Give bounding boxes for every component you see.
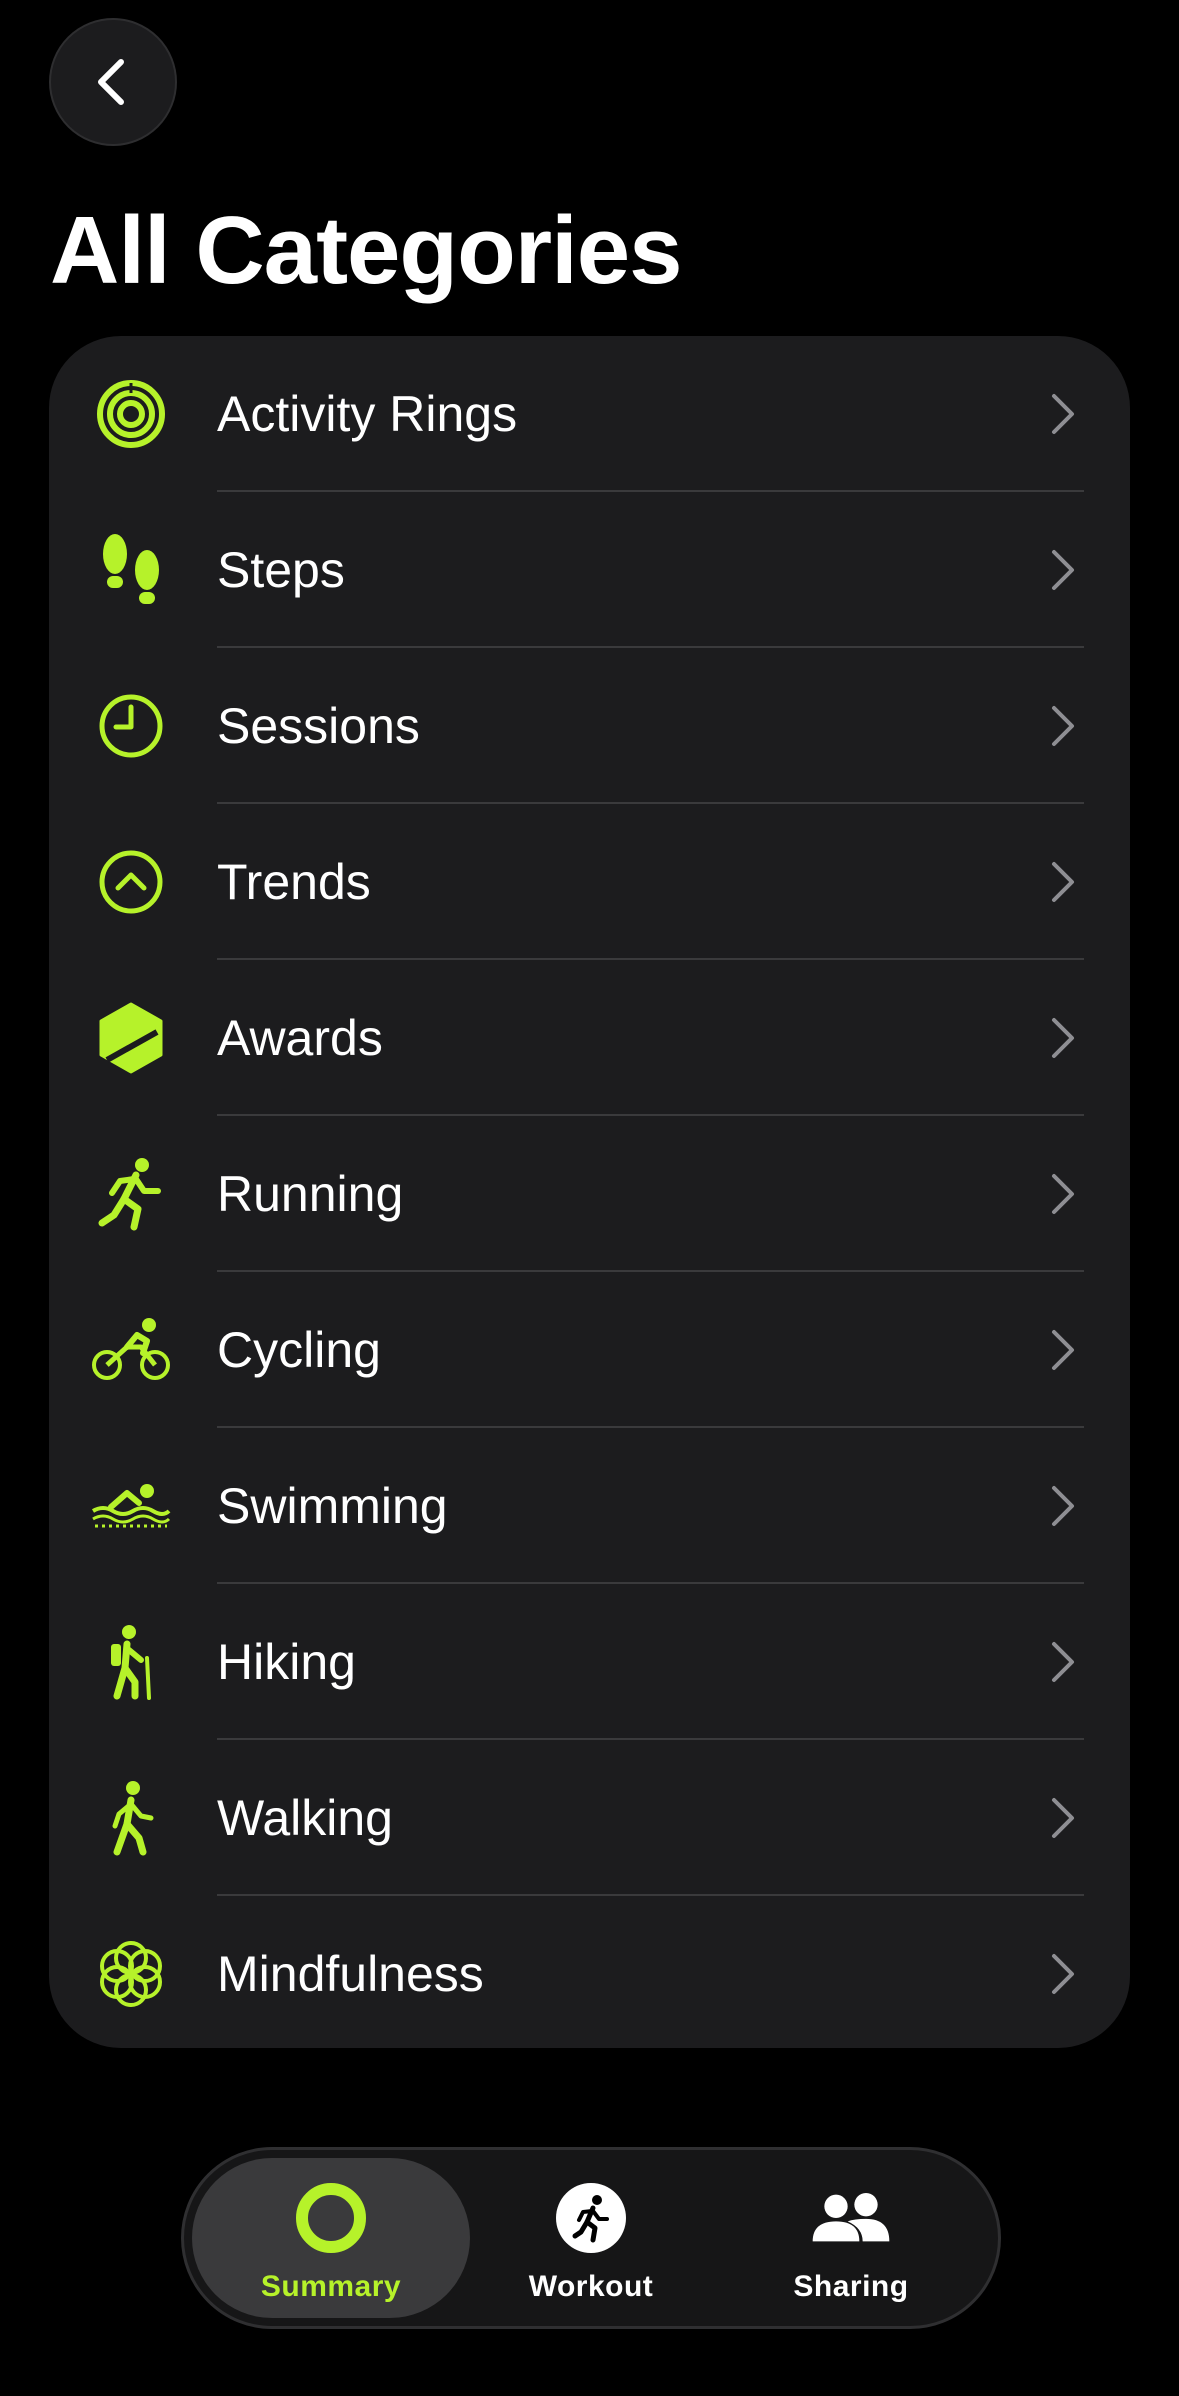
tab-label: Summary xyxy=(260,2270,402,2303)
chevron-right-icon xyxy=(1052,1798,1074,1838)
category-hiking[interactable]: Hiking xyxy=(49,1584,1130,1740)
category-label: Cycling xyxy=(217,1322,381,1378)
swimmer-icon xyxy=(91,1466,171,1546)
category-label: Awards xyxy=(217,1010,383,1066)
back-button[interactable] xyxy=(49,18,177,146)
category-walking[interactable]: Walking xyxy=(49,1740,1130,1896)
chevron-right-icon xyxy=(1052,1954,1074,1994)
hiker-icon xyxy=(91,1622,171,1702)
category-label: Trends xyxy=(217,854,371,910)
category-swimming[interactable]: Swimming xyxy=(49,1428,1130,1584)
award-badge-icon xyxy=(91,998,171,1078)
tab-label: Sharing xyxy=(793,2270,909,2303)
category-label: Walking xyxy=(217,1790,393,1846)
category-label: Running xyxy=(217,1166,404,1222)
chevron-right-icon xyxy=(1052,1018,1074,1058)
workout-runner-icon xyxy=(551,2178,631,2258)
chevron-right-icon xyxy=(1052,706,1074,746)
category-awards[interactable]: Awards xyxy=(49,960,1130,1116)
chevron-right-icon xyxy=(1052,862,1074,902)
trend-up-icon xyxy=(91,842,171,922)
category-mindfulness[interactable]: Mindfulness xyxy=(49,1896,1130,2048)
tab-workout[interactable]: Workout xyxy=(452,2158,730,2318)
category-label: Hiking xyxy=(217,1634,356,1690)
people-icon xyxy=(811,2178,891,2258)
chevron-right-icon xyxy=(1052,1642,1074,1682)
category-trends[interactable]: Trends xyxy=(49,804,1130,960)
chevron-right-icon xyxy=(1052,394,1074,434)
category-label: Mindfulness xyxy=(217,1946,484,2002)
flower-icon xyxy=(91,1934,171,2014)
tab-summary[interactable]: Summary xyxy=(192,2158,470,2318)
footprints-icon xyxy=(91,530,171,610)
clock-icon xyxy=(91,686,171,766)
tab-bar: Summary Workout Sharing xyxy=(181,2147,1001,2329)
runner-icon xyxy=(91,1154,171,1234)
cyclist-icon xyxy=(91,1310,171,1390)
tab-sharing[interactable]: Sharing xyxy=(712,2158,990,2318)
category-label: Activity Rings xyxy=(217,386,518,442)
chevron-right-icon xyxy=(1052,1486,1074,1526)
category-running[interactable]: Running xyxy=(49,1116,1130,1272)
category-sessions[interactable]: Sessions xyxy=(49,648,1130,804)
category-activity-rings[interactable]: Activity Rings xyxy=(49,336,1130,492)
walker-icon xyxy=(91,1778,171,1858)
category-label: Steps xyxy=(217,542,345,598)
activity-rings-icon xyxy=(91,374,171,454)
category-label: Sessions xyxy=(217,698,420,754)
category-label: Swimming xyxy=(217,1478,448,1534)
chevron-right-icon xyxy=(1052,1174,1074,1214)
chevron-right-icon xyxy=(1052,1330,1074,1370)
category-steps[interactable]: Steps xyxy=(49,492,1130,648)
category-cycling[interactable]: Cycling xyxy=(49,1272,1130,1428)
tab-label: Workout xyxy=(528,2270,654,2303)
summary-ring-icon xyxy=(291,2178,371,2258)
categories-list: Activity Rings Steps Sessions Trends Awa… xyxy=(49,336,1130,2048)
chevron-left-icon xyxy=(98,59,124,105)
page-title: All Categories xyxy=(50,197,683,304)
chevron-right-icon xyxy=(1052,550,1074,590)
